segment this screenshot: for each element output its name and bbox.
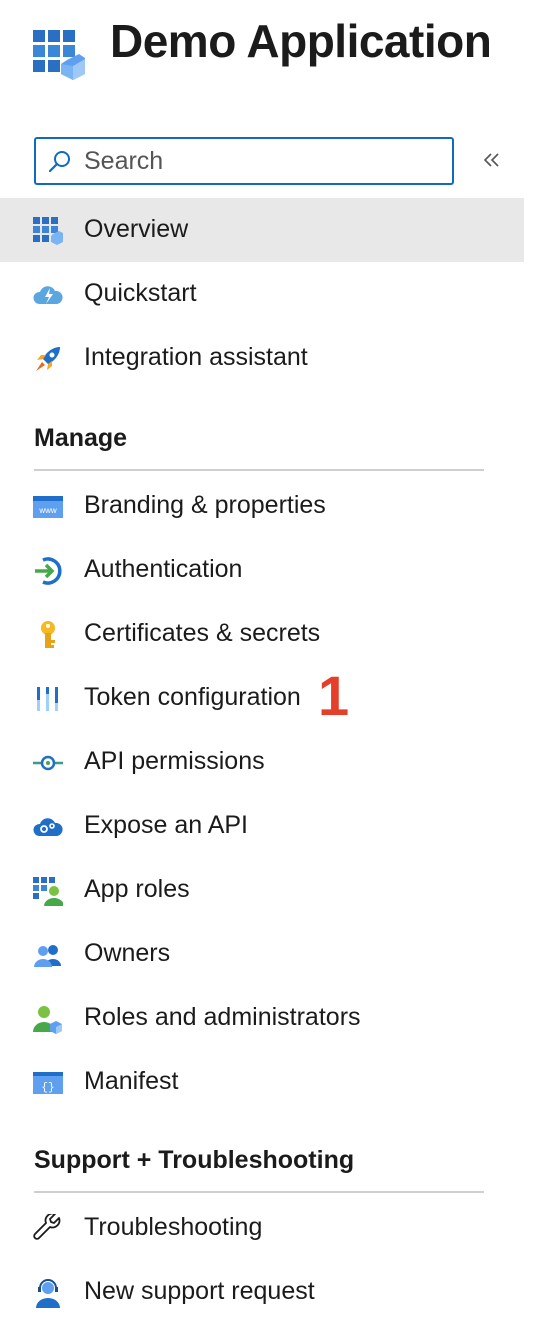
annotation-marker: 1 — [318, 664, 350, 727]
key-icon — [41, 621, 55, 648]
expose-api-cloud-icon — [33, 818, 63, 836]
nav-item-manifest[interactable]: {} Manifest — [0, 1050, 524, 1114]
nav-item-troubleshooting[interactable]: Troubleshooting — [0, 1196, 524, 1260]
owners-people-icon — [34, 945, 61, 967]
authentication-arrow-icon — [35, 557, 62, 585]
wrench-icon — [33, 1214, 61, 1240]
blade-header: Demo Application — [0, 0, 544, 100]
www-branding-icon: www — [33, 496, 63, 518]
nav-label-integration-assistant: Integration assistant — [84, 343, 308, 371]
nav-item-authentication[interactable]: Authentication — [0, 538, 524, 602]
nav-label-token-configuration: Token configuration — [84, 683, 301, 711]
nav-label-new-support-request: New support request — [84, 1277, 315, 1305]
nav-item-expose-api[interactable]: Expose an API — [0, 794, 524, 858]
nav-label-authentication: Authentication — [84, 555, 243, 583]
section-header-support: Support + Troubleshooting — [34, 1146, 355, 1174]
divider — [34, 1191, 484, 1193]
nav-label-roles-administrators: Roles and administrators — [84, 1003, 361, 1031]
nav-item-token-configuration[interactable]: Token configuration — [0, 666, 524, 730]
nav-item-api-permissions[interactable]: API permissions — [0, 730, 524, 794]
rocket-icon — [36, 347, 60, 371]
page-title: Demo Application — [110, 15, 492, 67]
app-roles-icon — [33, 877, 63, 906]
section-header-manage: Manage — [34, 424, 128, 452]
search-icon — [48, 151, 70, 173]
nav-label-branding: Branding & properties — [84, 491, 326, 519]
svg-text:{}: {} — [41, 1082, 54, 1094]
double-chevron-left-icon[interactable] — [478, 146, 506, 174]
nav-item-branding[interactable]: www Branding & properties — [0, 474, 524, 538]
divider — [34, 469, 484, 471]
search-row — [0, 134, 544, 188]
nav-item-integration-assistant[interactable]: Integration assistant — [0, 326, 524, 390]
search-input[interactable] — [84, 139, 444, 183]
nav-item-owners[interactable]: Owners — [0, 922, 524, 986]
nav-item-app-roles[interactable]: App roles — [0, 858, 524, 922]
nav-label-api-permissions: API permissions — [84, 747, 265, 775]
svg-text:www: www — [38, 506, 57, 515]
nav-item-new-support-request[interactable]: New support request — [0, 1260, 524, 1324]
nav-label-app-roles: App roles — [84, 875, 190, 903]
nav-label-troubleshooting: Troubleshooting — [84, 1213, 263, 1241]
token-bars-icon — [37, 687, 58, 711]
app-registration-icon — [33, 30, 85, 80]
search-box[interactable] — [34, 137, 454, 185]
nav-label-certificates: Certificates & secrets — [84, 619, 321, 647]
api-permissions-icon — [33, 755, 63, 771]
nav-label-overview: Overview — [84, 215, 189, 243]
quickstart-cloud-icon — [33, 286, 63, 304]
nav-item-roles-administrators[interactable]: Roles and administrators — [0, 986, 524, 1050]
nav-item-certificates[interactable]: Certificates & secrets — [0, 602, 524, 666]
support-agent-icon — [36, 1279, 60, 1308]
roles-admins-icon — [33, 1006, 62, 1034]
overview-grid-icon — [33, 217, 63, 245]
nav-label-manifest: Manifest — [84, 1067, 179, 1095]
nav-item-overview[interactable]: Overview — [0, 198, 524, 262]
nav-label-quickstart: Quickstart — [84, 279, 197, 307]
nav-item-quickstart[interactable]: Quickstart — [0, 262, 524, 326]
manifest-braces-icon: {} — [33, 1072, 63, 1094]
nav-label-owners: Owners — [84, 939, 171, 967]
nav-label-expose-api: Expose an API — [84, 811, 249, 839]
